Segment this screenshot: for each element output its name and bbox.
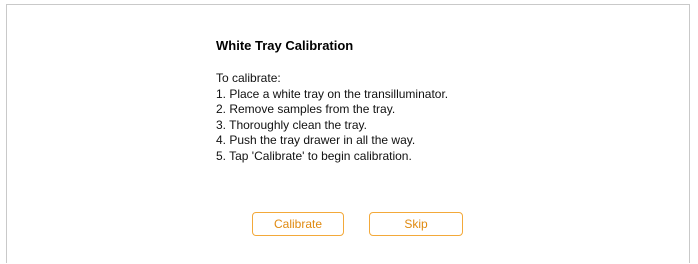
instruction-step-4: 4. Push the tray drawer in all the way.: [216, 133, 416, 147]
instruction-step-1: 1. Place a white tray on the transillumi…: [216, 86, 449, 101]
calibration-dialog: White Tray Calibration To calibrate: 1. …: [6, 4, 690, 263]
instructions-intro: To calibrate:: [216, 71, 281, 85]
instruction-step-3: 3. Thoroughly clean the tray.: [216, 117, 367, 132]
dialog-title: White Tray Calibration: [216, 38, 354, 53]
instruction-step-2: 2. Remove samples from the tray.: [216, 102, 396, 116]
skip-button[interactable]: Skip: [369, 212, 463, 236]
calibrate-button[interactable]: Calibrate: [252, 212, 344, 236]
calibration-instructions: To calibrate: 1. Place a white tray on t…: [216, 71, 448, 164]
instruction-step-5: 5. Tap 'Calibrate' to begin calibration.: [216, 148, 412, 163]
